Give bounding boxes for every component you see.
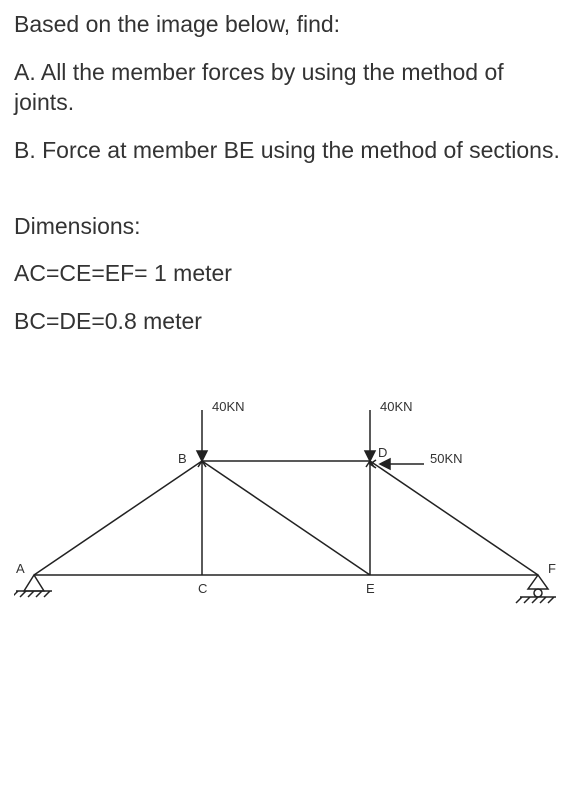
- supports: [14, 575, 556, 603]
- node-d-label: D: [378, 445, 387, 460]
- truss-members: [34, 461, 538, 575]
- node-e-label: E: [366, 581, 375, 596]
- node-b-label: B: [178, 451, 187, 466]
- node-c-label: C: [198, 581, 207, 596]
- part-a-text: A. All the member forces by using the me…: [14, 58, 563, 118]
- intro-text: Based on the image below, find:: [14, 10, 563, 40]
- dimensions-heading: Dimensions:: [14, 212, 563, 242]
- load-label-h: 50KN: [430, 451, 463, 466]
- part-b-text: B. Force at member BE using the method o…: [14, 136, 563, 166]
- load-label-b: 40KN: [212, 399, 245, 414]
- dimension-2: BC=DE=0.8 meter: [14, 307, 563, 337]
- truss-diagram: 40KN 40KN 50KN B D A C E F: [14, 355, 563, 615]
- load-label-d: 40KN: [380, 399, 413, 414]
- dimension-1: AC=CE=EF= 1 meter: [14, 259, 563, 289]
- node-f-label: F: [548, 561, 556, 576]
- load-arrows: [197, 410, 424, 469]
- node-a-label: A: [16, 561, 25, 576]
- truss-svg: [14, 355, 563, 615]
